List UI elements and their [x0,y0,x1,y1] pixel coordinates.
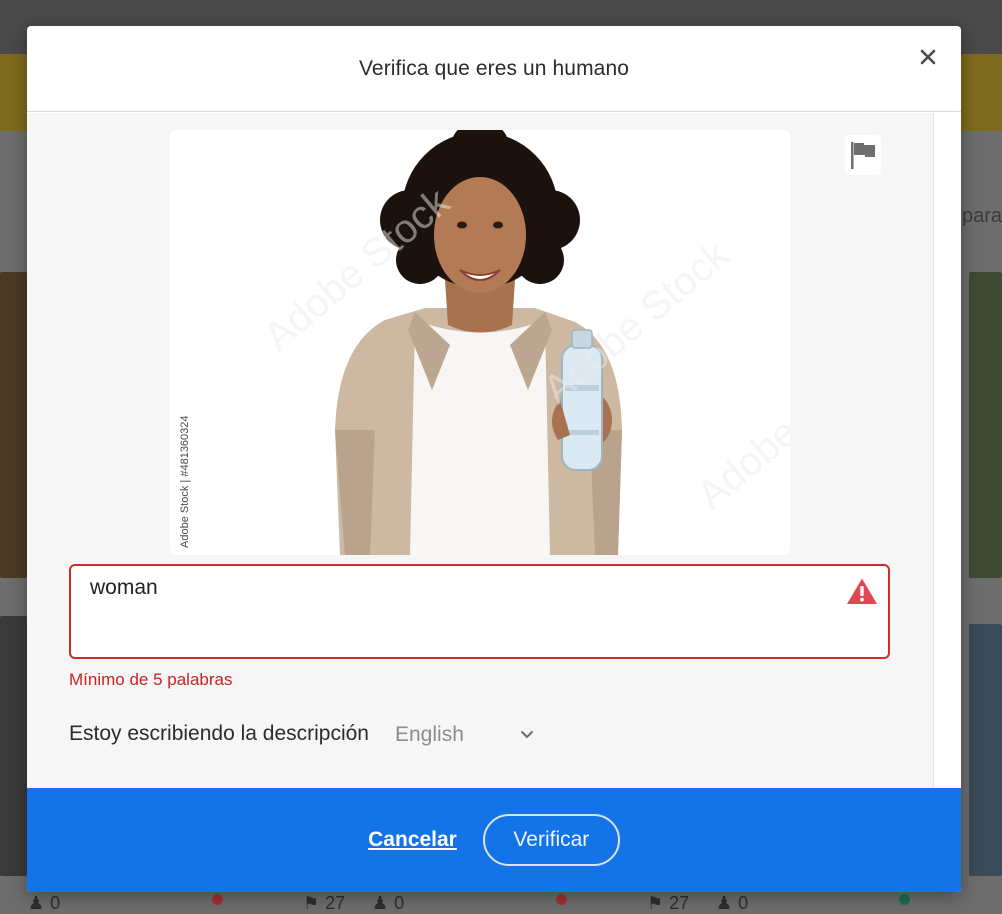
background-stat: ♟ 0 [372,893,404,914]
users-icon: ♟ [28,893,45,913]
background-stat: ⚑ 27 [647,893,689,914]
background-partial-text: para [961,205,1002,227]
stock-image: Adobe Stock Adobe Stock Adobe Stock Adob… [170,130,790,555]
status-dot-red [556,894,567,905]
status-dot-green [899,894,910,905]
verify-human-dialog: Verifica que eres un humano Adobe Stock … [27,26,961,892]
body-scroll-divider [933,113,934,788]
background-stat: ♟ 0 [28,893,60,914]
woman-with-water-bottle-image: Adobe Stock Adobe Stock Adobe Stock Adob… [170,130,790,555]
dialog-title: Verifica que eres un humano [358,56,630,80]
close-button[interactable] [917,46,939,68]
stat-value: 27 [669,893,690,913]
users-icon: ♟ [716,893,733,913]
chevron-down-icon [521,731,533,738]
dialog-body: Adobe Stock Adobe Stock Adobe Stock Adob… [27,113,933,788]
background-thumbnail-left-2 [0,616,27,876]
verify-button[interactable]: Verificar [482,814,620,866]
tag-icon: ⚑ [303,893,320,913]
stat-value: 27 [325,893,346,913]
tag-icon: ⚑ [647,893,664,913]
stat-value: 0 [50,893,61,913]
close-icon [920,49,936,65]
language-label: Estoy escribiendo la descripción [69,722,369,745]
background-thumbnail-right-2 [969,624,1002,876]
image-credit: Adobe Stock | #481360324 [179,415,191,548]
background-thumbnail-right-1 [969,272,1002,578]
language-select[interactable]: English [395,719,535,751]
dialog-header: Verifica que eres un humano [27,26,961,112]
status-dot-red [212,894,223,905]
background-thumbnail-left-1 [0,272,27,578]
cancel-button[interactable]: Cancelar [368,828,457,852]
users-icon: ♟ [372,893,389,913]
background-stat: ⚑ 27 [303,893,345,914]
warning-icon [847,578,877,604]
dialog-footer: Cancelar Verificar [27,788,961,892]
background-stat: ♟ 0 [716,893,748,914]
validation-error-text: Mínimo de 5 palabras [69,670,233,689]
stat-value: 0 [394,893,405,913]
description-input[interactable] [69,564,890,659]
language-select-value: English [395,723,464,746]
flag-icon [851,142,875,169]
stat-value: 0 [738,893,749,913]
report-image-button[interactable] [845,135,881,175]
